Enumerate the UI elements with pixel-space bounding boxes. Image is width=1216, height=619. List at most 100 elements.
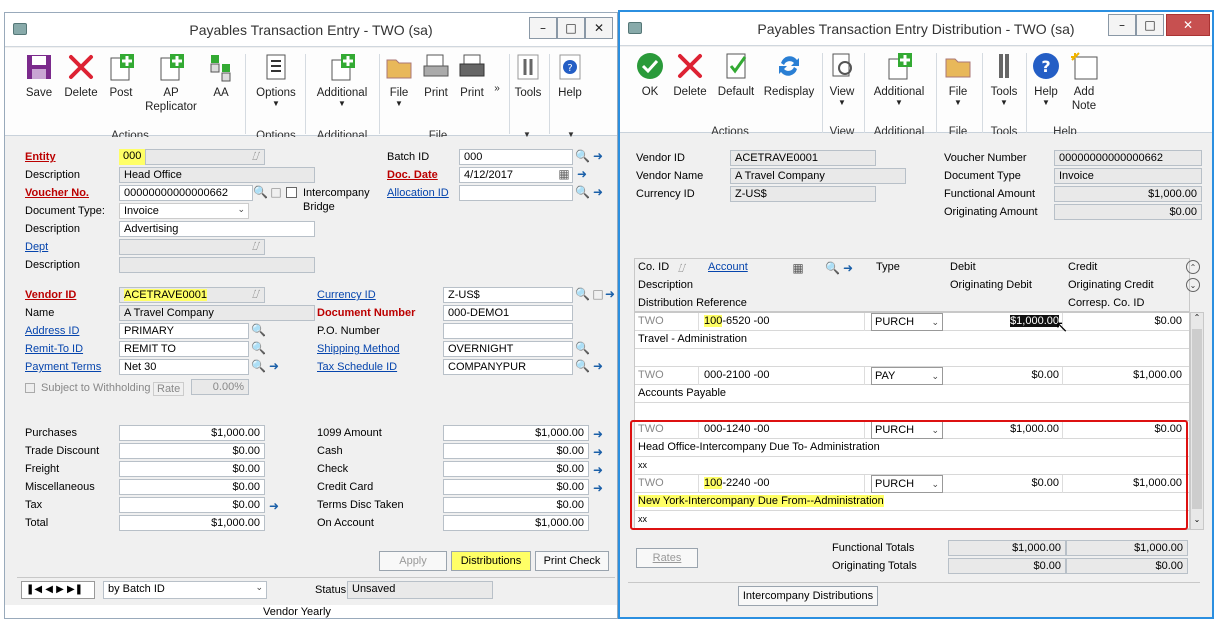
print-check-button[interactable]: Print Check [535,551,609,571]
additional-button[interactable]: Additional ▼ [309,52,375,108]
account-cell[interactable]: 000-2100 -00 [701,367,865,385]
print-button-2[interactable]: Print [455,52,489,100]
lookup-icon[interactable]: 🔍 [251,341,266,355]
allocation-id-label[interactable]: Allocation ID [387,187,449,199]
amount-field[interactable]: $0.00 [119,443,265,459]
close-button[interactable]: ✕ [1166,14,1210,36]
lookup-icon[interactable]: 🔍 [575,185,590,199]
add-note-button[interactable]: Add Note [1064,51,1104,113]
debit-cell[interactable]: $1,000.00 [947,313,1063,331]
post-button[interactable]: Post [103,52,139,100]
type-select[interactable]: PAY ⌄ [871,367,943,385]
ok-button[interactable]: OK [630,51,670,99]
aa-button[interactable]: AA [203,52,239,100]
intercompany-distributions-button[interactable]: Intercompany Distributions [738,586,878,606]
amount-field[interactable]: $0.00 [119,479,265,495]
tools-button[interactable]: Tools ▼ [984,51,1024,107]
amount-field[interactable]: $0.00 [443,479,589,495]
type-header[interactable]: Type [873,259,943,277]
account-header[interactable]: Account [705,259,765,277]
expansion-arrow-icon[interactable]: ➜ [603,287,617,301]
expansion-arrow-icon[interactable]: ➜ [575,167,589,181]
dept-label[interactable]: Dept [25,241,48,253]
note-icon[interactable]: □ [269,185,283,199]
expansion-arrow-icon[interactable]: ➜ [591,149,605,163]
intercompany-checkbox[interactable] [286,187,297,198]
apply-button[interactable]: Apply [379,551,447,571]
file-button[interactable]: File ▼ [381,52,417,108]
maximize-button[interactable]: □ [1136,14,1164,36]
currency-id-field[interactable]: Z-US$ [443,287,573,303]
allocation-id-field[interactable] [459,185,573,201]
scroll-up-icon[interactable]: ⌃ [1191,313,1203,327]
additional-button[interactable]: Additional ▼ [866,51,932,107]
expansion-arrow-icon[interactable]: ➜ [591,185,605,199]
table-row[interactable]: TWO 100-6520 -00 PURCH ⌄ $1,000.00 $0.00 [635,313,1189,331]
vendor-id-field[interactable]: ACETRAVE0001 [119,287,265,303]
vendor-id-label[interactable]: Vendor ID [25,289,76,301]
table-row[interactable]: Travel - Administration [635,331,1189,349]
file-button[interactable]: File ▼ [940,51,976,107]
po-number-field[interactable] [443,323,573,339]
document-type-select[interactable]: Invoice ⌄ [119,203,249,219]
distribution-reference-cell[interactable] [635,403,835,421]
payment-terms-label[interactable]: Payment Terms [25,361,101,373]
address-id-label[interactable]: Address ID [25,325,79,337]
more-chevron-icon[interactable]: » [491,82,503,96]
expansion-arrow-icon[interactable]: ➜ [591,445,605,459]
tax-schedule-label[interactable]: Tax Schedule ID [317,361,397,373]
co-id-cell[interactable]: TWO [635,313,699,331]
debit-header[interactable]: Debit [947,259,1057,277]
record-navigation[interactable]: ❚◀ ◀ ▶ ▶❚ [21,581,95,599]
description-field[interactable]: Advertising [119,221,315,237]
expansion-arrow-icon[interactable]: ➜ [591,481,605,495]
grid-scrollbar[interactable]: ⌃ ⌄ [1190,312,1204,530]
amount-field[interactable]: $0.00 [443,443,589,459]
minimize-button[interactable]: – [1108,14,1136,36]
distributions-button[interactable]: Distributions [451,551,531,571]
entity-field[interactable]: 000 [119,149,145,165]
co-id-header[interactable]: Co. ID [635,259,675,277]
amount-field[interactable]: $1,000.00 [443,515,589,531]
scroll-down-icon[interactable]: ⌄ [1191,515,1203,529]
voucher-field[interactable]: 00000000000000662 [119,185,253,201]
payment-terms-field[interactable]: Net 30 [119,359,249,375]
amount-field[interactable]: $0.00 [443,461,589,477]
credit-header[interactable]: Credit [1065,259,1175,277]
credit-cell[interactable]: $0.00 [1065,313,1185,331]
expansion-arrow-icon[interactable]: ➜ [267,359,281,373]
ap-replicator-button[interactable]: AP Replicator [141,52,201,114]
account-cell[interactable]: 100-6520 -00 [701,313,865,331]
type-select[interactable]: PURCH ⌄ [871,313,943,331]
lookup-icon[interactable]: 🔍 [251,323,266,337]
entity-label[interactable]: Entity [25,151,56,163]
expansion-arrow-icon[interactable]: ➜ [591,463,605,477]
account-tree-icon[interactable]: ▦ [791,261,805,275]
expand-rows-icon[interactable]: ⌄ [1186,278,1200,292]
rates-button[interactable]: Rates [636,548,698,568]
table-row[interactable] [635,403,1189,421]
save-button[interactable]: Save [19,52,59,100]
tax-schedule-field[interactable]: COMPANYPUR [443,359,573,375]
table-row[interactable]: Accounts Payable [635,385,1189,403]
expansion-arrow-icon[interactable]: ➜ [841,261,855,275]
description-cell[interactable]: Accounts Payable [635,385,945,403]
doc-date-label[interactable]: Doc. Date [387,169,438,181]
lookup-icon[interactable]: ⌰ [249,149,263,163]
default-button[interactable]: Default [714,51,758,99]
view-button[interactable]: View ▼ [824,51,860,107]
doc-date-field[interactable]: 4/12/2017 [459,167,573,183]
lookup-icon[interactable]: 🔍 [575,341,590,355]
calendar-icon[interactable]: ▦ [557,167,571,181]
amount-field[interactable]: $1,000.00 [119,425,265,441]
expansion-arrow-icon[interactable]: ➜ [267,499,281,513]
address-id-field[interactable]: PRIMARY [119,323,249,339]
co-id-cell[interactable]: TWO [635,367,699,385]
options-button[interactable]: Options ▼ [251,52,301,108]
debit-cell[interactable]: $0.00 [947,367,1063,385]
delete-button[interactable]: Delete [670,51,710,99]
lookup-icon[interactable]: 🔍 [575,149,590,163]
currency-id-label[interactable]: Currency ID [317,289,376,301]
lookup-icon[interactable]: 🔍 [253,185,268,199]
remit-to-id-field[interactable]: REMIT TO [119,341,249,357]
